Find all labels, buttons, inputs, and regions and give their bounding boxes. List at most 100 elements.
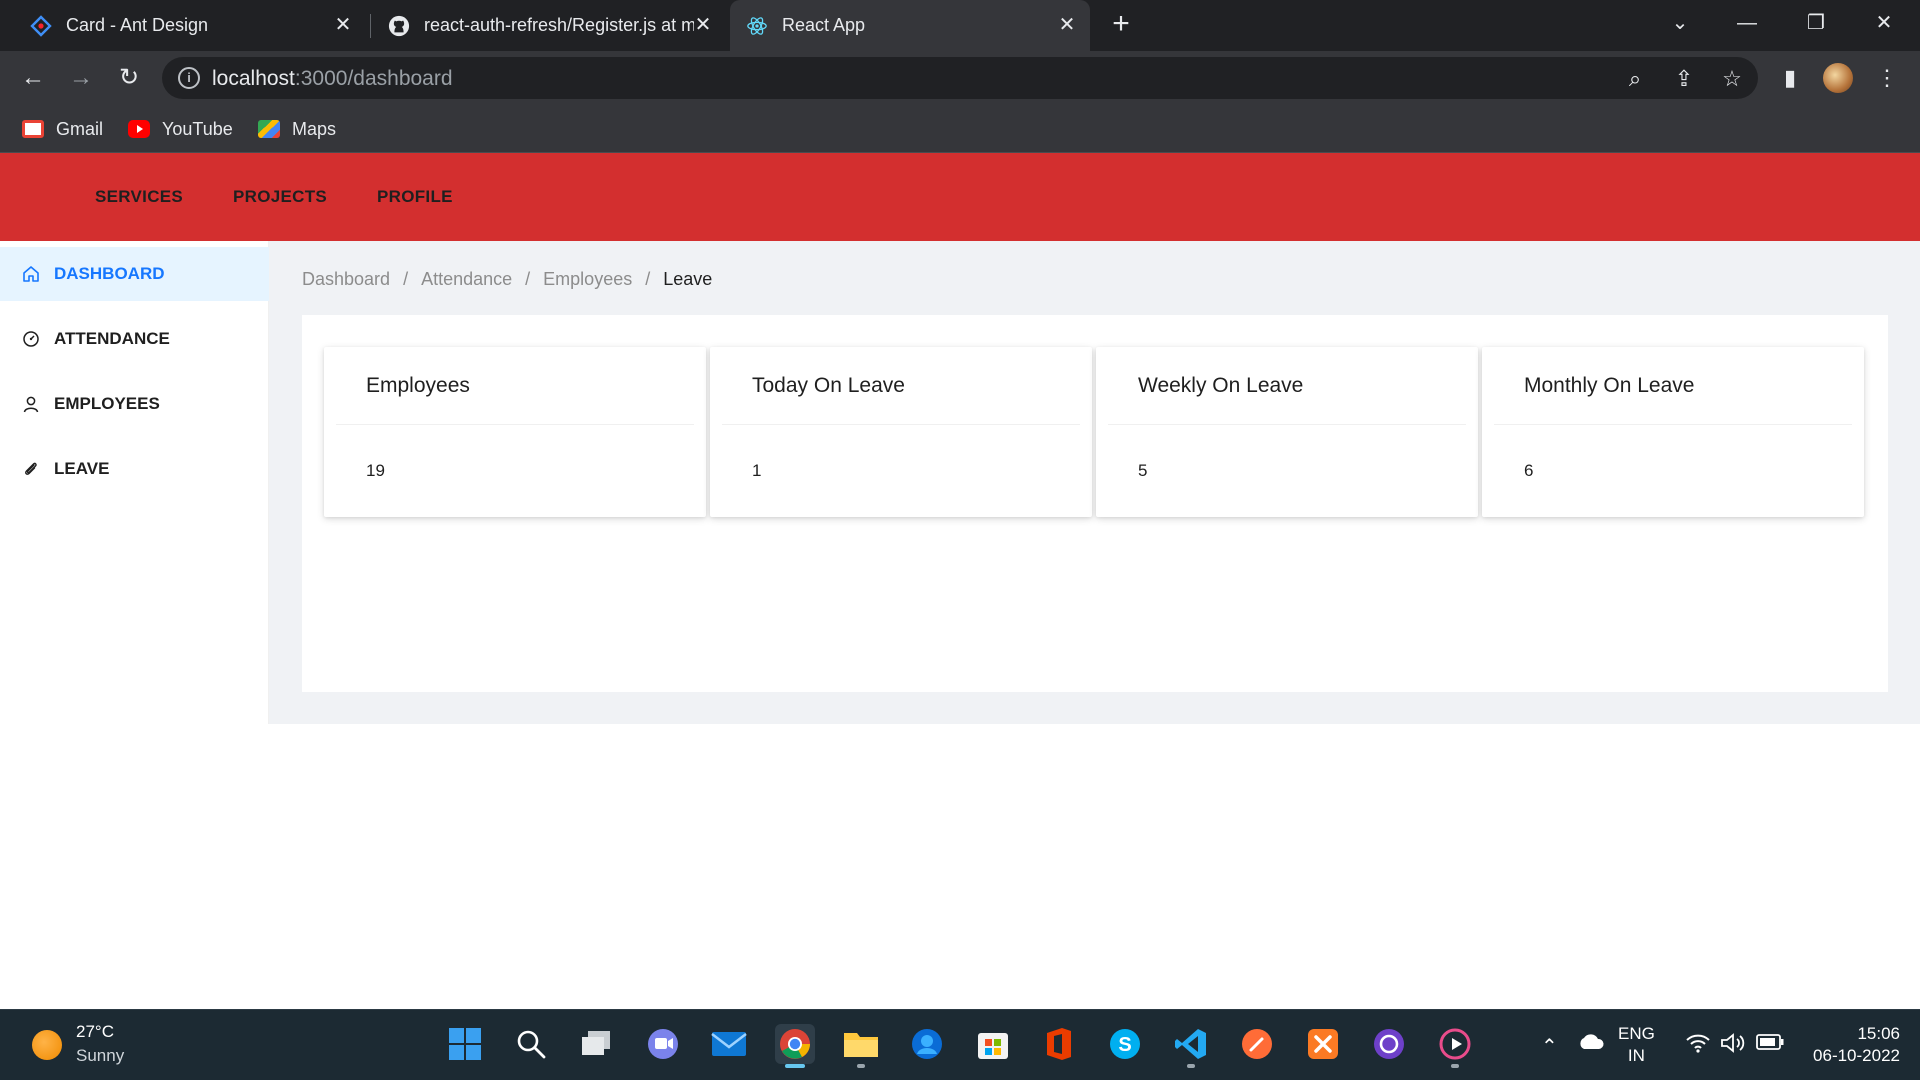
github-desktop-icon[interactable] (1369, 1024, 1409, 1064)
search-icon[interactable] (511, 1024, 551, 1064)
vscode-icon[interactable] (1171, 1024, 1211, 1068)
task-view-icon[interactable] (577, 1024, 617, 1064)
language-region: IN (1627, 1046, 1645, 1065)
weather-temperature[interactable]: 27°C (76, 1022, 114, 1042)
running-indicator (1187, 1064, 1195, 1068)
card-divider (1494, 424, 1852, 425)
browser-tab-strip: Card - Ant Design ✕ react-auth-refresh/R… (0, 0, 1920, 51)
sidebar-item-label: LEAVE (54, 459, 110, 478)
system-clock[interactable]: 15:06 06-10-2022 (1800, 1023, 1900, 1067)
stat-card-weekly-on-leave: Weekly On Leave 5 (1096, 347, 1478, 517)
zoom-icon[interactable]: ⌕ (1622, 66, 1648, 92)
url-path: :3000/dashboard (294, 67, 453, 90)
postman-icon[interactable] (1237, 1024, 1277, 1064)
bookmark-maps[interactable]: Maps (258, 115, 336, 143)
ant-design-logo-icon (30, 14, 52, 37)
site-info-icon[interactable]: i (178, 67, 200, 89)
skype-icon[interactable]: S (1105, 1024, 1145, 1064)
wifi-icon[interactable] (1685, 1032, 1711, 1059)
card-value: 19 (366, 461, 385, 480)
address-url[interactable]: localhost:3000/dashboard (212, 67, 453, 91)
breadcrumb-leave: Leave (663, 268, 713, 289)
stat-card-employees: Employees 19 (324, 347, 706, 517)
nav-profile[interactable]: PROFILE (377, 153, 453, 241)
tab-search-chevron-icon[interactable]: ⌄ (1660, 8, 1700, 38)
language-indicator[interactable]: ENG IN (1618, 1023, 1655, 1067)
windows-taskbar: 27°C Sunny S ⌃ ENG IN 15:06 06-10-2022 (0, 1009, 1920, 1080)
close-window-icon[interactable]: ✕ (1864, 8, 1904, 38)
onedrive-cloud-icon[interactable] (1577, 1030, 1605, 1057)
side-panel-icon[interactable]: ▮ (1775, 63, 1805, 93)
sidebar-item-label: ATTENDANCE (54, 329, 170, 348)
breadcrumb-employees[interactable]: Employees (543, 269, 632, 290)
language-code: ENG (1618, 1024, 1655, 1043)
reload-icon[interactable]: ↻ (114, 63, 144, 93)
sidebar-item-label: EMPLOYEES (54, 394, 160, 413)
close-tab-icon[interactable]: ✕ (692, 14, 714, 36)
clock-time: 15:06 (1857, 1024, 1900, 1043)
sidebar-item-leave[interactable]: LEAVE (0, 442, 269, 496)
show-hidden-icons-chevron-icon[interactable]: ⌃ (1541, 1034, 1558, 1059)
bookmark-label: Gmail (56, 118, 104, 139)
weather-condition[interactable]: Sunny (76, 1046, 124, 1066)
url-host: localhost (212, 67, 295, 90)
app-top-nav: SERVICES PROJECTS PROFILE (0, 153, 1920, 241)
card-title: Employees (366, 374, 470, 397)
card-value: 6 (1524, 461, 1534, 480)
tab-card-ant-design[interactable]: Card - Ant Design ✕ (14, 0, 366, 51)
forward-arrow-icon[interactable]: → (66, 63, 96, 93)
windows-start-icon[interactable] (445, 1024, 485, 1064)
clock-date: 06-10-2022 (1813, 1046, 1900, 1065)
ms-store-bag-icon[interactable] (973, 1024, 1013, 1064)
running-indicator (1451, 1064, 1459, 1068)
xampp-icon[interactable] (1303, 1024, 1343, 1064)
dashboard-gauge-icon (22, 330, 40, 348)
sidebar-item-attendance[interactable]: ATTENDANCE (0, 312, 269, 366)
chrome-icon[interactable] (775, 1024, 815, 1068)
address-bar[interactable]: i localhost:3000/dashboard ⌕ ⇪ ☆ (162, 57, 1758, 99)
bookmark-youtube[interactable]: YouTube (128, 115, 233, 143)
breadcrumb: Dashboard / Attendance / Employees / Lea… (302, 266, 712, 292)
breadcrumb-separator: / (525, 268, 531, 289)
teams-chat-icon[interactable] (643, 1024, 683, 1064)
share-icon[interactable]: ⇪ (1671, 66, 1697, 92)
mail-icon[interactable] (709, 1024, 749, 1064)
office-icon[interactable] (1039, 1024, 1079, 1064)
close-tab-icon[interactable]: ✕ (1056, 14, 1078, 36)
battery-icon[interactable] (1756, 1033, 1784, 1056)
profile-avatar[interactable] (1823, 63, 1853, 93)
browser-toolbar: ← → ↻ i localhost:3000/dashboard ⌕ ⇪ ☆ ▮… (0, 51, 1920, 105)
sidebar-item-dashboard[interactable]: DASHBOARD (0, 247, 269, 301)
breadcrumb-dashboard[interactable]: Dashboard (302, 269, 390, 290)
sun-weather-icon[interactable] (32, 1030, 62, 1060)
bookmark-star-icon[interactable]: ☆ (1719, 66, 1745, 92)
new-tab-button[interactable]: + (1106, 9, 1136, 40)
close-tab-icon[interactable]: ✕ (332, 14, 354, 36)
volume-icon[interactable] (1720, 1032, 1746, 1059)
tab-title: React App (782, 15, 866, 35)
breadcrumb-attendance[interactable]: Attendance (421, 269, 512, 290)
tab-separator (370, 14, 371, 38)
card-value: 5 (1138, 461, 1148, 480)
tab-react-app[interactable]: React App ✕ (730, 0, 1090, 51)
restore-icon[interactable]: ❐ (1796, 8, 1836, 38)
tab-github-register[interactable]: react-auth-refresh/Register.js at m ✕ (374, 0, 726, 51)
file-explorer-icon[interactable] (841, 1024, 881, 1068)
paperclip-icon (22, 460, 40, 478)
card-divider (1108, 424, 1466, 425)
minimize-icon[interactable]: — (1727, 8, 1767, 38)
nav-projects[interactable]: PROJECTS (233, 153, 327, 241)
running-indicator (785, 1064, 805, 1068)
bookmark-gmail[interactable]: Gmail (22, 115, 103, 143)
maps-icon (258, 120, 280, 138)
card-title: Weekly On Leave (1138, 374, 1304, 397)
stat-card-today-on-leave: Today On Leave 1 (710, 347, 1092, 517)
nav-services[interactable]: SERVICES (95, 153, 183, 241)
sidebar-item-employees[interactable]: EMPLOYEES (0, 377, 269, 431)
media-player-icon[interactable] (1435, 1024, 1475, 1068)
bookmark-label: YouTube (162, 118, 233, 139)
back-arrow-icon[interactable]: ← (18, 63, 48, 93)
microsoft-store-icon[interactable] (907, 1024, 947, 1064)
chrome-menu-icon[interactable]: ⋮ (1872, 63, 1902, 93)
stat-card-monthly-on-leave: Monthly On Leave 6 (1482, 347, 1864, 517)
